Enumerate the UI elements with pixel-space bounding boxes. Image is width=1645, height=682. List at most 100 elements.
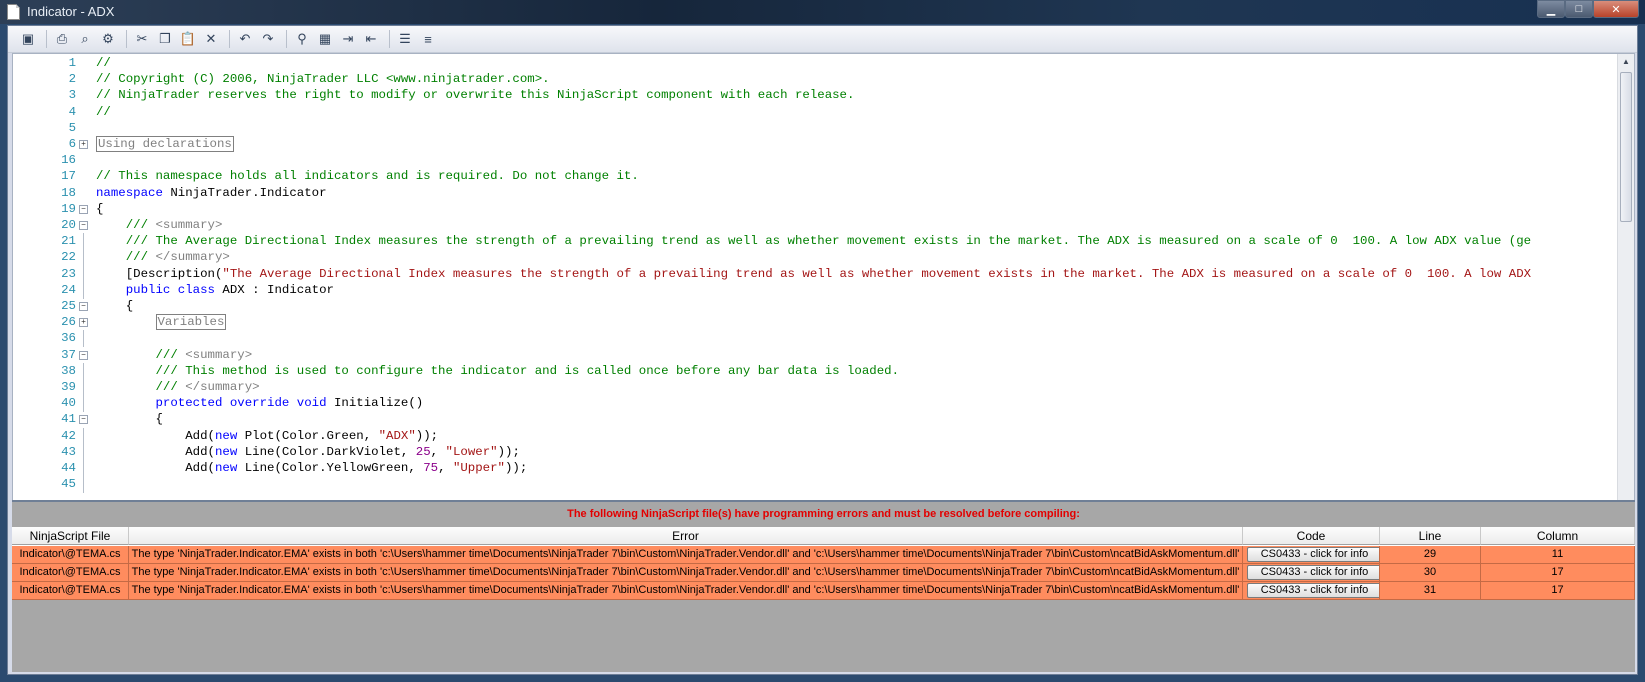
code-line[interactable]: 26 + Variables [13,314,1618,331]
collapse-icon[interactable]: − [79,350,88,360]
error-code-button[interactable]: CS0433 - click for info [1247,565,1379,580]
vertical-scroll-thumb[interactable] [1620,72,1632,222]
code-line[interactable]: 38 /// This method is used to configure … [13,362,1618,380]
code-line[interactable]: 42 Add(new Plot(Color.Green, "ADX")); [13,427,1618,445]
code-line[interactable]: 23 [Description("The Average Directional… [13,265,1618,283]
table-cell[interactable]: 17 [1481,582,1635,600]
string-literal: "Lower" [445,444,498,459]
page-setup-button[interactable]: ⚙ [98,29,118,49]
code-line[interactable]: 6 + Using declarations [13,136,1618,153]
line-number: 2 [68,72,76,87]
maximize-button[interactable]: □ [1565,0,1593,18]
table-cell[interactable]: 29 [1380,546,1481,564]
minimize-button[interactable]: ▁ [1537,0,1565,18]
error-code-button[interactable]: CS0433 - click for info [1247,583,1379,598]
code-text: // Copyright (C) 2006, NinjaTrader LLC <… [96,71,550,88]
number-literal: 25 [415,444,431,459]
line-number: 38 [61,363,76,378]
outdent-button[interactable]: ⇤ [361,29,381,49]
indent-button[interactable]: ⇥ [338,29,358,49]
copy-button[interactable]: ❐ [155,29,175,49]
code-line[interactable]: 25− { [13,298,1618,315]
save-button[interactable]: ▣ [18,29,38,49]
close-button[interactable]: ✕ [1593,0,1639,18]
line-number: 40 [61,396,76,411]
code-line[interactable]: 36 [13,330,1618,348]
error-code-button[interactable]: CS0433 - click for info [1247,547,1379,562]
code-token: )); [497,444,520,459]
table-cell[interactable]: The type 'NinjaTrader.Indicator.EMA' exi… [129,582,1243,600]
table-cell[interactable]: 31 [1380,582,1481,600]
code-line[interactable]: 18 namespace NinjaTrader.Indicator [13,185,1618,202]
collapse-icon[interactable]: − [79,221,88,230]
column-header[interactable]: Error [129,527,1243,545]
code-editor[interactable]: 1 // 2 // Copyright (C) 2006, NinjaTrader L… [12,53,1635,529]
table-cell[interactable]: Indicator\@TEMA.cs [12,564,129,582]
table-cell[interactable]: 30 [1380,564,1481,582]
code-line[interactable]: 37− /// <summary> [13,347,1618,364]
code-line[interactable]: 4 // [13,104,1618,121]
column-header[interactable]: NinjaScript File [12,527,129,545]
keyword: new [214,461,238,475]
code-line[interactable]: 45 [13,476,1618,494]
code-line[interactable]: 24 public class ADX : Indicator [13,281,1618,299]
code-area[interactable]: 1 // 2 // Copyright (C) 2006, NinjaTrader L… [13,54,1618,504]
cut-button[interactable]: ✂ [132,29,152,49]
table-cell[interactable]: 11 [1481,546,1635,564]
comment-button[interactable]: ☰ [395,29,415,49]
table-cell[interactable]: The type 'NinjaTrader.Indicator.EMA' exi… [129,564,1243,582]
code-line[interactable]: 19−{ [13,201,1618,218]
expand-icon[interactable]: + [79,318,88,328]
column-header[interactable]: Column [1481,527,1635,545]
code-text: { [96,411,163,428]
table-cell[interactable]: The type 'NinjaTrader.Indicator.EMA' exi… [129,546,1243,564]
collapse-icon[interactable]: − [79,204,88,214]
minimize-icon: ▁ [1546,3,1556,16]
column-header[interactable]: Code [1243,527,1380,545]
code-line[interactable]: 43 Add(new Line(Color.DarkViolet, 25, "L… [13,443,1618,461]
code-line[interactable]: 16 [13,152,1618,169]
expand-icon[interactable]: + [79,140,88,149]
scroll-up-icon[interactable]: ▲ [1622,57,1630,66]
code-text: { [96,298,133,315]
xml-doc-prefix: /// [96,218,156,232]
column-header[interactable]: Line [1380,527,1481,545]
code-line[interactable]: 5 [13,120,1618,137]
code-line[interactable]: 22 /// </summary> [13,249,1618,267]
table-cell[interactable]: Indicator\@TEMA.cs [12,546,129,564]
fold-guide [83,427,84,445]
code-line[interactable]: 39 /// </summary> [13,379,1618,396]
code-line[interactable]: 20− /// <summary> [13,217,1618,234]
table-cell[interactable]: 17 [1481,564,1635,582]
code-line[interactable]: 17 // This namespace holds all indicators… [13,168,1618,185]
code-comment: // This namespace holds all indicators a… [96,169,639,184]
undo-button[interactable]: ↶ [235,29,255,49]
print-preview-button[interactable]: ⌕ [75,29,95,49]
delete-button[interactable]: ✕ [201,29,221,49]
paste-button[interactable]: 📋 [178,29,198,49]
code-line[interactable]: 3 // NinjaTrader reserves the right to mo… [13,87,1618,104]
code-line[interactable]: 40 protected override void Initialize() [13,395,1618,413]
code-line[interactable]: 44 Add(new Line(Color.YellowGreen, 75, "… [13,460,1618,477]
table-cell[interactable]: Indicator\@TEMA.cs [12,582,129,600]
redo-button[interactable]: ↷ [258,29,278,49]
window-title: Indicator - ADX [27,4,115,19]
collapse-icon[interactable]: − [79,302,88,311]
vertical-scrollbar[interactable]: ▲ ▼ [1617,54,1634,512]
indent-icon: ⇥ [342,31,354,46]
find-button[interactable]: ⚲ [292,29,312,49]
code-line[interactable]: 2 // Copyright (C) 2006, NinjaTrader LLC … [13,71,1618,88]
print-button[interactable]: ⎙ [52,29,72,49]
title-bar[interactable]: Indicator - ADX ▁ □ ✕ [0,0,1645,24]
code-line[interactable]: 1 // [13,55,1618,72]
code-token: { [96,412,163,427]
code-line[interactable]: 41− { [13,411,1618,428]
line-number: 43 [61,444,76,459]
code-line[interactable]: 21 /// The Average Directional Index mea… [13,233,1618,251]
line-number: 23 [61,266,76,281]
collapse-icon[interactable]: − [79,415,88,425]
find-replace-button[interactable]: ▦ [315,29,335,49]
fold-guide [83,460,84,477]
line-number: 17 [61,169,76,184]
uncomment-button[interactable]: ≡ [418,29,438,49]
